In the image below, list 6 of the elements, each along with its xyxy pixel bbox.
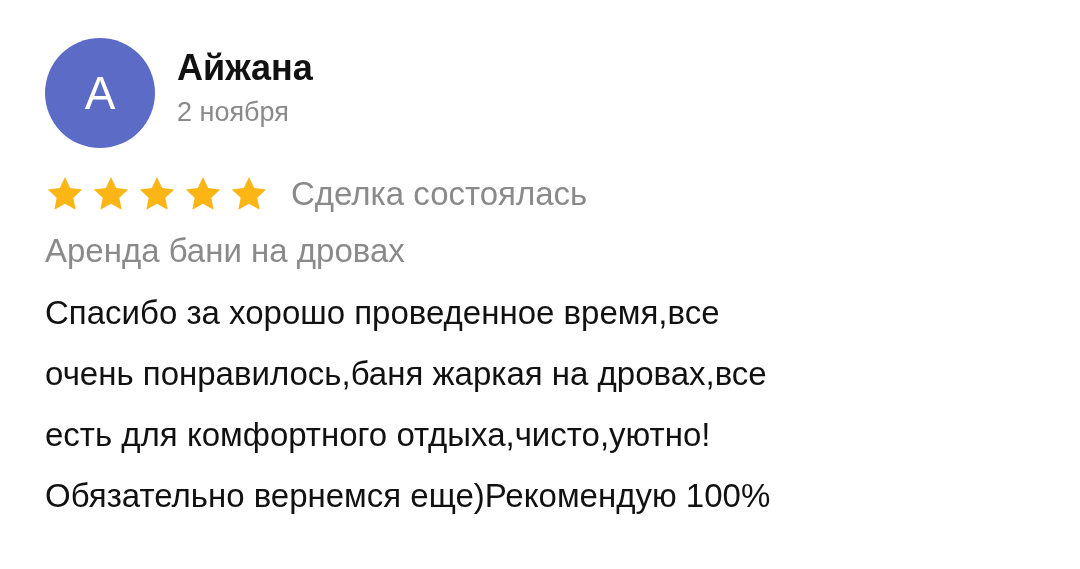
author-name: Айжана	[177, 46, 313, 89]
review-text: Спасибо за хорошо проведенное время,все очень понравилось,баня жаркая на дровах,все есть для комфортного отдыха,чисто,уютно! Обязательно вернемся еще)Рекомендую 100%	[45, 293, 771, 516]
avatar: А	[45, 38, 155, 148]
deal-status: Сделка состоялась	[291, 175, 588, 213]
listing-title: Аренда бани на дровах	[45, 232, 405, 270]
review-date: 2 ноября	[177, 96, 289, 128]
